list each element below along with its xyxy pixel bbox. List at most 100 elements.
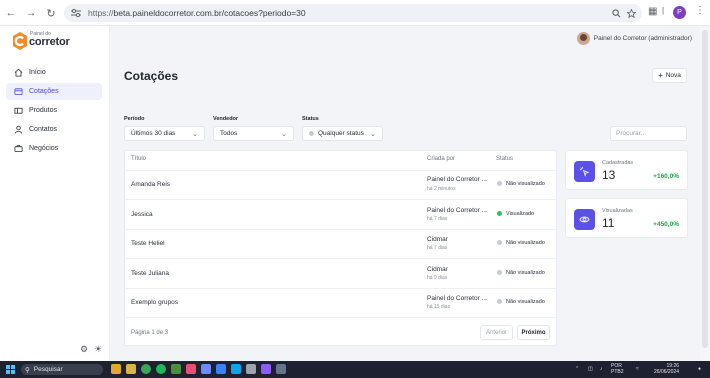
app-icon[interactable] [171,364,181,374]
status-label: Status [302,116,319,122]
back-icon[interactable]: ← [4,6,18,20]
clock[interactable]: 19:26 26/06/2024 [654,363,679,375]
row-title[interactable]: Exemplo grupos [131,299,178,306]
row-creator: Cidmar [427,236,448,243]
windows-start-icon[interactable] [6,365,15,374]
wifi-icon[interactable]: ≈ [636,366,639,372]
notifications-icon[interactable]: ● [698,366,701,372]
row-creator: Painel do Corretor ... [427,295,487,302]
theme-sun-icon[interactable]: ☀ [94,344,102,355]
sidebar: Painel do corretor Início Cotações Produ… [0,26,110,361]
clock-date: 26/06/2024 [654,369,680,375]
avatar [576,32,590,45]
status-select[interactable]: Qualquer status ⌄ [302,126,383,141]
period-select[interactable]: Últimos 30 dias ⌄ [124,126,205,141]
previous-page-button[interactable]: Anterior [480,325,513,340]
app-icon[interactable] [276,364,286,374]
app-icon[interactable] [216,364,226,374]
row-status-text: Não visualizado [506,270,545,276]
edge-icon[interactable] [231,364,241,374]
spotify-icon[interactable] [156,364,166,374]
row-time: há 9 dias [427,275,448,281]
reload-icon[interactable]: ↻ [44,6,58,20]
sidebar-item-label: Início [29,69,46,76]
chevron-down-icon: ⌄ [192,131,198,138]
address-bar[interactable]: https://beta.paineldocorretor.com.br/cot… [64,4,642,22]
file-explorer-icon[interactable] [111,364,121,374]
chevron-down-icon: ⌄ [281,131,287,138]
status-dot [497,270,502,276]
app-icon[interactable] [246,364,256,374]
new-quote-label: Nova [665,72,681,79]
sidebar-item-inicio[interactable]: Início [6,64,102,81]
stat-value: 13 [602,168,616,182]
eye-icon [574,209,595,230]
status-dot [497,240,502,246]
row-title[interactable]: Teste Heliel [131,240,165,247]
sidebar-item-label: Contatos [29,126,58,133]
table-row[interactable] [124,199,557,228]
sidebar-item-produtos[interactable]: Produtos [6,102,102,119]
status-dot [497,299,502,305]
divider: | [662,6,665,15]
table-row[interactable] [124,229,557,258]
extensions-icon[interactable]: ▦ [648,6,657,17]
row-title[interactable]: Jessica [131,211,153,218]
sidebar-item-negocios[interactable]: Negócios [6,140,102,157]
user-menu[interactable]: Painel do Corretor (administrador) [576,32,692,45]
sidebar-item-cotacoes[interactable]: Cotações [6,83,102,100]
briefcase-icon [14,145,23,153]
site-settings-icon[interactable] [70,7,82,19]
language-indicator[interactable]: POR PTB2 [611,363,624,375]
row-creator: Cidmar [427,266,448,273]
next-page-button[interactable]: Próximo [517,325,550,340]
volume-icon[interactable]: ♪ [600,366,603,372]
forward-icon[interactable]: → [24,6,38,20]
search-input[interactable]: Procurar... [610,126,687,141]
lang-bottom: PTB2 [611,369,624,375]
browser-toolbar: ← → ↻ https://beta.paineldocorretor.com.… [0,0,710,26]
sidebar-footer: ⚙ ☀ [80,344,102,355]
profile-avatar[interactable]: P [673,6,686,19]
zoom-icon[interactable] [612,8,621,18]
bookmark-star-icon[interactable] [627,8,636,18]
logo[interactable]: Painel do corretor [12,31,72,53]
row-title[interactable]: Teste Juliana [131,270,169,277]
settings-gear-icon[interactable]: ⚙ [80,344,88,355]
row-time: há 7 dias [427,245,448,251]
table-row[interactable] [124,288,557,317]
column-header-status[interactable]: Status [496,156,513,162]
row-creator: Painel do Corretor ... [427,176,487,183]
chevron-down-icon: ⌄ [370,131,376,138]
table-row[interactable] [124,170,557,199]
status-dot [497,181,502,187]
sidebar-menu: Início Cotações Produtos Contatos Negóci… [6,64,102,159]
tray-chevron-icon[interactable]: ⌃ [575,366,579,372]
sidebar-item-label: Produtos [29,107,58,114]
status-value: Qualquer status [318,130,364,137]
new-quote-button[interactable]: + Nova [652,68,687,83]
network-icon[interactable]: ◫ [588,366,593,372]
row-status-text: Não visualizado [506,299,545,305]
app-icon[interactable] [261,364,271,374]
app-icon[interactable] [201,364,211,374]
seller-select[interactable]: Todos ⌄ [213,126,294,141]
stat-label: Cadastradas [602,160,634,166]
user-name: Painel do Corretor (administrador) [593,35,692,42]
chrome-icon[interactable] [141,364,151,374]
app-icon[interactable] [186,364,196,374]
column-header-title[interactable]: Título [131,156,146,162]
row-status-text: Não visualizado [506,181,545,187]
folder-icon[interactable] [126,364,136,374]
table-row[interactable] [124,258,557,287]
home-icon [14,68,23,77]
row-title[interactable]: Amanda Reis [131,181,170,188]
column-header-creator[interactable]: Criada por [427,156,455,162]
row-time: há 15 dias [427,304,451,310]
sidebar-item-contatos[interactable]: Contatos [6,121,102,138]
taskbar-search[interactable]: ⚲ Pesquisar [21,364,103,375]
scrollbar-thumb[interactable] [702,30,708,348]
plus-icon: + [658,71,663,80]
menu-kebab-icon[interactable]: ⋮ [695,5,705,16]
pagination-text: Página 1 de 3 [131,330,169,336]
